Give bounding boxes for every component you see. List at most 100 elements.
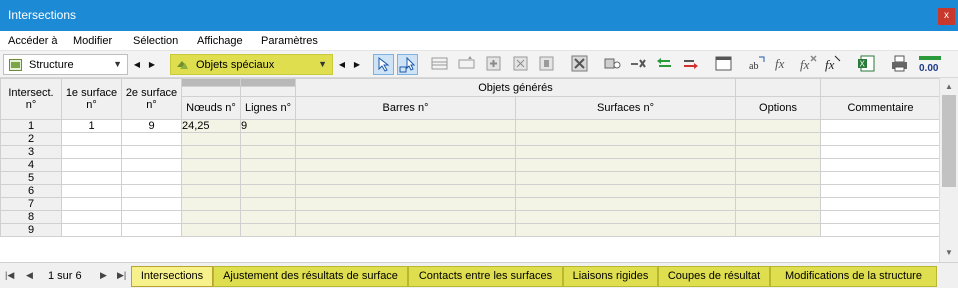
comment-cell[interactable] [820,119,941,133]
surface2-cell[interactable] [121,223,182,237]
row-number-cell[interactable]: 2 [0,132,62,146]
insert-row-button[interactable] [457,54,478,75]
special-objects-combo[interactable]: Objets spéciaux ▼ [170,54,333,75]
select-arrow-button[interactable] [373,54,394,75]
surface2-cell[interactable] [121,145,182,159]
bars-cell[interactable] [295,171,516,185]
header-surface2[interactable]: 2e surface n° [121,78,182,120]
options-cell[interactable] [735,145,821,159]
table-row[interactable]: 4 [0,158,941,172]
options-cell[interactable] [735,197,821,211]
first-page-icon[interactable]: |◀ [5,270,14,281]
header-lines[interactable]: Lignes n° [240,96,296,120]
table-row[interactable]: 5 [0,171,941,185]
close-button[interactable]: x [938,8,955,25]
remove-filter-button[interactable] [628,54,649,75]
surface2-cell[interactable]: 9 [121,119,182,133]
menu-selection[interactable]: Sélection [133,35,178,47]
comment-cell[interactable] [820,171,941,185]
row-number-cell[interactable]: 5 [0,171,62,185]
bars-cell[interactable] [295,158,516,172]
structure-combo[interactable]: Structure ▼ [3,54,128,75]
nodes-cell[interactable] [181,223,241,237]
surfaces-cell[interactable] [515,223,736,237]
header-intersect[interactable]: Intersect. n° [0,78,62,120]
row-number-cell[interactable]: 8 [0,210,62,224]
prev-object-button[interactable]: ◀ [336,56,348,73]
nodes-cell[interactable] [181,171,241,185]
select-table-button[interactable] [397,54,418,75]
remove-formula-button[interactable]: fx [798,54,819,75]
options-cell[interactable] [735,171,821,185]
surface2-cell[interactable] [121,132,182,146]
scroll-thumb[interactable] [942,95,956,187]
lines-cell[interactable] [240,171,296,185]
table-row[interactable]: 2 [0,132,941,146]
export-button[interactable] [681,54,702,75]
table-row[interactable]: 7 [0,197,941,211]
comment-cell[interactable] [820,158,941,172]
formula-edit-button[interactable]: fx [823,54,844,75]
surfaces-cell[interactable] [515,210,736,224]
comment-cell[interactable] [820,197,941,211]
surface1-cell[interactable]: 1 [61,119,122,133]
last-page-icon[interactable]: ▶| [117,270,126,281]
comment-cell[interactable] [820,223,941,237]
surfaces-cell[interactable] [515,145,736,159]
table-row[interactable]: 8 [0,210,941,224]
decimals-button[interactable]: 0.00 [918,54,942,75]
bars-cell[interactable] [295,210,516,224]
header-surface1[interactable]: 1e surface n° [61,78,122,120]
comment-cell[interactable] [820,184,941,198]
header-comment[interactable]: Commentaire [820,96,941,120]
lines-cell[interactable]: 9 [240,119,296,133]
nodes-cell[interactable] [181,197,241,211]
lines-cell[interactable] [240,145,296,159]
table-row[interactable]: 1 1 9 24,25 9 [0,119,941,133]
tab-coupes[interactable]: Coupes de résultat [658,266,770,287]
header-options[interactable]: Options [735,96,821,120]
comment-cell[interactable] [820,210,941,224]
lines-cell[interactable] [240,184,296,198]
row-number-cell[interactable]: 6 [0,184,62,198]
options-cell[interactable] [735,158,821,172]
add-button[interactable] [484,54,505,75]
ab-format-button[interactable]: ab [747,54,768,75]
formula-button[interactable]: fx [773,54,794,75]
header-nodes[interactable]: Nœuds n° [181,96,241,120]
prev-structure-button[interactable]: ◀ [131,56,143,73]
bars-cell[interactable] [295,145,516,159]
excel-export-button[interactable]: X [857,54,878,75]
surface2-cell[interactable] [121,210,182,224]
surfaces-cell[interactable] [515,132,736,146]
nodes-cell[interactable] [181,132,241,146]
options-cell[interactable] [735,223,821,237]
header-surfaces[interactable]: Surfaces n° [515,96,736,120]
header-bars[interactable]: Barres n° [295,96,516,120]
row-number-cell[interactable]: 7 [0,197,62,211]
surface1-cell[interactable] [61,223,122,237]
lines-cell[interactable] [240,197,296,211]
row-number-cell[interactable]: 3 [0,145,62,159]
tab-contacts[interactable]: Contacts entre les surfaces [408,266,563,287]
menu-modifier[interactable]: Modifier [73,35,112,47]
nodes-cell[interactable] [181,145,241,159]
row-number-cell[interactable]: 9 [0,223,62,237]
tab-intersections[interactable]: Intersections [131,266,213,287]
bars-cell[interactable] [295,223,516,237]
print-button[interactable] [890,54,911,75]
lines-cell[interactable] [240,158,296,172]
lines-cell[interactable] [240,132,296,146]
nodes-cell[interactable]: 24,25 [181,119,241,133]
lines-cell[interactable] [240,223,296,237]
surface2-cell[interactable] [121,158,182,172]
tab-ajustement[interactable]: Ajustement des résultats de surface [213,266,408,287]
surfaces-cell[interactable] [515,171,736,185]
surface1-cell[interactable] [61,145,122,159]
next-structure-button[interactable]: ▶ [146,56,158,73]
import-button[interactable] [655,54,676,75]
comment-cell[interactable] [820,145,941,159]
surface1-cell[interactable] [61,132,122,146]
tab-liaisons[interactable]: Liaisons rigides [563,266,658,287]
insert-rows-button[interactable] [430,54,451,75]
